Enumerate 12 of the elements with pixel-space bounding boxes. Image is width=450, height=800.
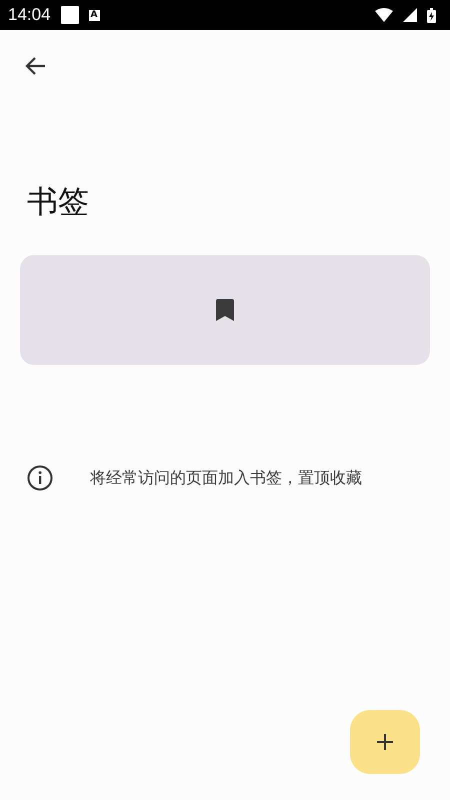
wifi-icon: [375, 8, 393, 22]
notification-icon: A: [88, 10, 100, 20]
signal-icon: [403, 8, 417, 22]
notification-icon: [60, 6, 79, 24]
hint-text: 将经常访问的页面加入书签，置顶收藏: [90, 468, 362, 488]
status-time: 14:04: [8, 5, 51, 25]
bookmark-icon: [216, 299, 234, 321]
plus-icon: [377, 734, 393, 750]
info-icon: [27, 465, 53, 491]
back-arrow-icon: [24, 56, 46, 76]
page-title: 书签: [27, 183, 89, 222]
battery-icon: [427, 8, 436, 22]
